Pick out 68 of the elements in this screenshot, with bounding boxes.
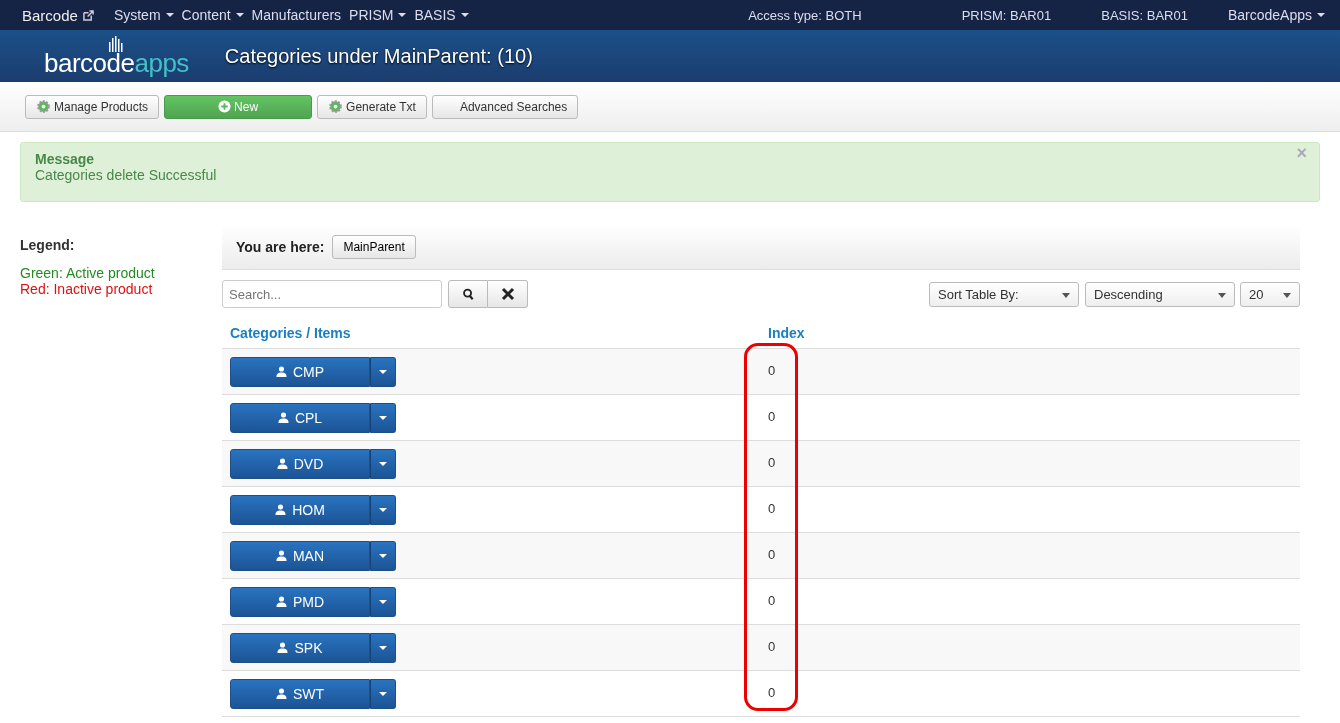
logo: barcodeapps [44,34,189,78]
toolbar-button[interactable]: Advanced Searches [431,94,579,119]
category-button[interactable]: SWT [230,678,370,709]
table-cell: 0 [768,639,776,654]
nav-menu[interactable]: PRISM [349,7,407,23]
gear-icon [328,99,344,114]
breadcrumb-button[interactable]: MainParent [332,234,416,259]
dropdown-toggle[interactable] [370,402,396,433]
dropdown-toggle[interactable] [370,356,396,387]
nav-info-text: PRISM: BAR01 [961,7,1052,23]
user-icon [277,412,289,423]
nav-menu[interactable]: System [113,7,174,23]
table-cell: 0 [768,363,776,378]
nav-info-text: BASIS: BAR01 [1101,7,1188,23]
clear-button[interactable] [488,280,528,308]
legend-item: Green: Active product [20,265,156,281]
dropdown-toggle[interactable] [370,586,396,617]
user-icon [275,596,287,607]
dropdown-toggle[interactable] [370,678,396,709]
table-cell: 0 [768,593,776,608]
nav-menu[interactable]: BASIS [414,7,469,23]
sort-field-select[interactable]: Sort Table By: [929,281,1079,307]
toolbar-button[interactable]: Generate Txt [317,94,427,119]
category-button[interactable]: CPL [230,402,370,433]
toolbar-button[interactable]: Manage Products [25,94,160,119]
nav-info-text: Access type: BOTH [748,7,862,23]
user-icon [275,688,287,699]
user-icon [275,366,287,377]
dropdown-toggle[interactable] [370,632,396,663]
plus-circle-icon [218,100,232,113]
gear-icon [36,99,51,114]
breadcrumb-label: You are here: [236,238,325,255]
search-button[interactable] [448,280,488,308]
category-button[interactable]: DVD [230,448,370,479]
brand-link[interactable]: Barcode [22,6,78,24]
table-cell: 0 [768,409,776,424]
user-icon [275,550,287,561]
category-button[interactable]: CMP [230,356,370,387]
category-button[interactable]: MAN [230,540,370,571]
alert-title: Message [35,151,95,167]
user-icon [276,458,288,469]
user-icon [275,504,287,515]
table-cell: 0 [768,455,776,470]
table-cell: 0 [768,501,776,516]
category-button[interactable]: SPK [230,632,370,663]
search-field[interactable]: Search... [222,280,442,308]
nav-menu[interactable]: Manufacturers [251,7,342,23]
category-button[interactable]: HOM [230,494,370,525]
column-header[interactable]: Categories / Items [222,325,768,341]
category-button[interactable]: PMD [230,586,370,617]
legend-item: Red: Inactive product [20,281,154,297]
dropdown-toggle[interactable] [370,448,396,479]
dropdown-toggle[interactable] [370,540,396,571]
close-icon [500,287,515,301]
table-cell: 0 [768,547,776,562]
external-link-icon [82,9,94,21]
sort-order-select[interactable]: Descending [1085,281,1235,307]
page-size-select[interactable]: 20 [1240,281,1300,307]
page-title: Categories under MainParent: (10) [224,44,533,68]
column-header[interactable]: Index [768,325,1300,341]
nav-menu[interactable]: Content [181,7,244,23]
user-menu[interactable]: BarcodeApps [1227,7,1325,23]
table-cell: 0 [768,685,776,700]
dropdown-toggle[interactable] [370,494,396,525]
alert-message: Categories delete Successful [35,167,217,183]
search-icon [461,287,475,301]
user-icon [277,642,289,653]
legend-title: Legend: [20,237,76,253]
